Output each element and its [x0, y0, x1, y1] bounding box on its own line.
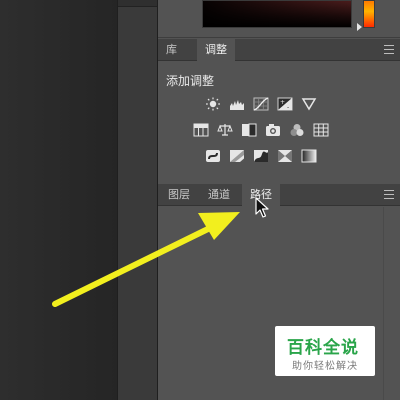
- tab-channels[interactable]: 通道: [200, 184, 238, 206]
- gradient-map-icon[interactable]: [300, 148, 318, 164]
- hue-slider-marker[interactable]: [357, 23, 362, 31]
- tab-adjustments[interactable]: 调整: [197, 39, 235, 61]
- svg-text:+: +: [280, 99, 285, 106]
- adjustment-icons-row-3: [204, 148, 318, 164]
- layers-tab-strip: 图层 通道 路径: [158, 184, 400, 206]
- color-field[interactable]: [202, 0, 352, 28]
- levels-icon[interactable]: [228, 96, 246, 112]
- hue-slider[interactable]: [363, 0, 375, 28]
- watermark-title: 百科全说: [287, 338, 359, 358]
- panel-menu-icon[interactable]: [384, 45, 394, 54]
- photoshop-window: 库 调整 添加调整 + - 图层 通道 路径 百科全说 助你轻松解决: [0, 0, 400, 400]
- adjustment-icons-row-2: [192, 122, 330, 138]
- watermark-subtitle: 助你轻松解决: [292, 361, 358, 372]
- posterize-icon[interactable]: [228, 148, 246, 164]
- adjustment-icons-row-1: + -: [204, 96, 318, 112]
- panel-seam: [118, 0, 157, 7]
- color-lookup-icon[interactable]: [312, 122, 330, 138]
- exposure-icon[interactable]: + -: [276, 96, 294, 112]
- document-canvas-area: [0, 0, 117, 400]
- panel-menu-icon[interactable]: [384, 190, 394, 199]
- vibrance-icon[interactable]: [300, 96, 318, 112]
- black-white-icon[interactable]: [240, 122, 258, 138]
- threshold-icon[interactable]: [252, 148, 270, 164]
- photo-filter-icon[interactable]: [264, 122, 282, 138]
- selective-color-icon[interactable]: [276, 148, 294, 164]
- curves-icon[interactable]: [252, 96, 270, 112]
- tab-libraries[interactable]: 库: [158, 39, 185, 61]
- add-adjustment-label: 添加调整: [166, 74, 215, 88]
- color-panel: [158, 0, 400, 38]
- watermark-logo: 百科全说 助你轻松解决: [275, 326, 375, 376]
- panel-scrollbar-track[interactable]: [383, 207, 384, 400]
- color-balance-icon[interactable]: [216, 122, 234, 138]
- brightness-contrast-icon[interactable]: [204, 96, 222, 112]
- svg-text:-: -: [287, 104, 289, 111]
- collapsed-panel-column: [117, 0, 158, 400]
- channel-mixer-icon[interactable]: [288, 122, 306, 138]
- invert-icon[interactable]: [204, 148, 222, 164]
- mouse-cursor-icon: [255, 197, 269, 218]
- tab-layers[interactable]: 图层: [160, 184, 198, 206]
- adjustments-tab-strip: 库 调整: [158, 39, 400, 61]
- hue-saturation-icon[interactable]: [192, 122, 210, 138]
